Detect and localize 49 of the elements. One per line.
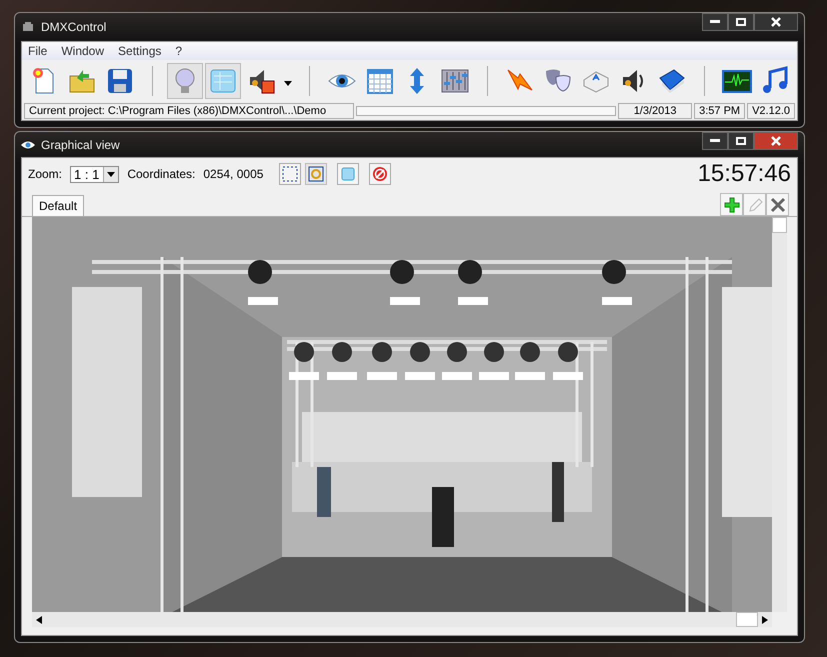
tab[interactable]: Default — [32, 195, 84, 216]
right-arrow-icon — [762, 616, 768, 624]
view-tool-button[interactable] — [305, 163, 328, 185]
status-date: 1/3/2013 — [618, 103, 692, 119]
close-button[interactable] — [754, 132, 798, 150]
close-button[interactable] — [754, 13, 798, 31]
horizontal-scrollbar[interactable] — [32, 612, 772, 627]
scrollbar-thumb[interactable] — [772, 217, 787, 233]
scrollbar-thumb[interactable] — [736, 612, 758, 627]
caret-icon — [107, 172, 116, 176]
app-icon — [21, 20, 35, 34]
status-time: 3:57 PM — [694, 103, 746, 119]
minimize-button[interactable] — [702, 132, 728, 150]
delete-button[interactable] — [766, 193, 789, 216]
caret-icon — [284, 80, 292, 86]
add-button[interactable] — [720, 193, 743, 216]
close-icon — [771, 17, 781, 27]
cube-icon — [340, 166, 356, 182]
minimize-icon — [710, 20, 720, 24]
minimize-icon — [710, 139, 720, 143]
view-tool-button[interactable] — [279, 163, 302, 185]
maximize-button[interactable] — [728, 132, 754, 150]
left-arrow-icon — [36, 616, 42, 624]
menu-item[interactable]: Window — [61, 44, 104, 58]
zoom-dropdown[interactable]: 1 : 1 — [70, 166, 120, 182]
clock-display: 15:57:46 — [698, 160, 791, 188]
zoom-label: Zoom: — [28, 167, 62, 181]
menu-item[interactable]: Settings — [118, 44, 162, 58]
coordinates-label: Coordinates: — [127, 167, 196, 181]
stop-icon — [372, 166, 388, 182]
window-title: DMXControl — [41, 20, 106, 34]
maximize-icon — [736, 18, 746, 26]
eye-icon — [21, 140, 35, 150]
grid-icon — [364, 66, 395, 96]
status-version: V2.12.0 — [747, 103, 795, 119]
project-path: Current project: C:\Program Files (x86)\DMXControl\...\Demo — [24, 103, 354, 119]
menu-item[interactable]: File — [28, 44, 48, 58]
coordinates-value: 0254, 0005 — [203, 167, 264, 181]
view-tool-button[interactable] — [369, 163, 392, 185]
maximize-button[interactable] — [728, 13, 754, 31]
close-icon — [771, 136, 781, 146]
move-icon — [308, 166, 324, 182]
maximize-icon — [736, 137, 746, 145]
selection-icon — [282, 166, 298, 182]
window-title: Graphical view — [41, 138, 120, 152]
minimize-button[interactable] — [702, 13, 728, 31]
pencil-icon — [746, 196, 762, 212]
vertical-scrollbar[interactable] — [772, 217, 787, 612]
menu-item[interactable]: ? — [175, 44, 182, 58]
